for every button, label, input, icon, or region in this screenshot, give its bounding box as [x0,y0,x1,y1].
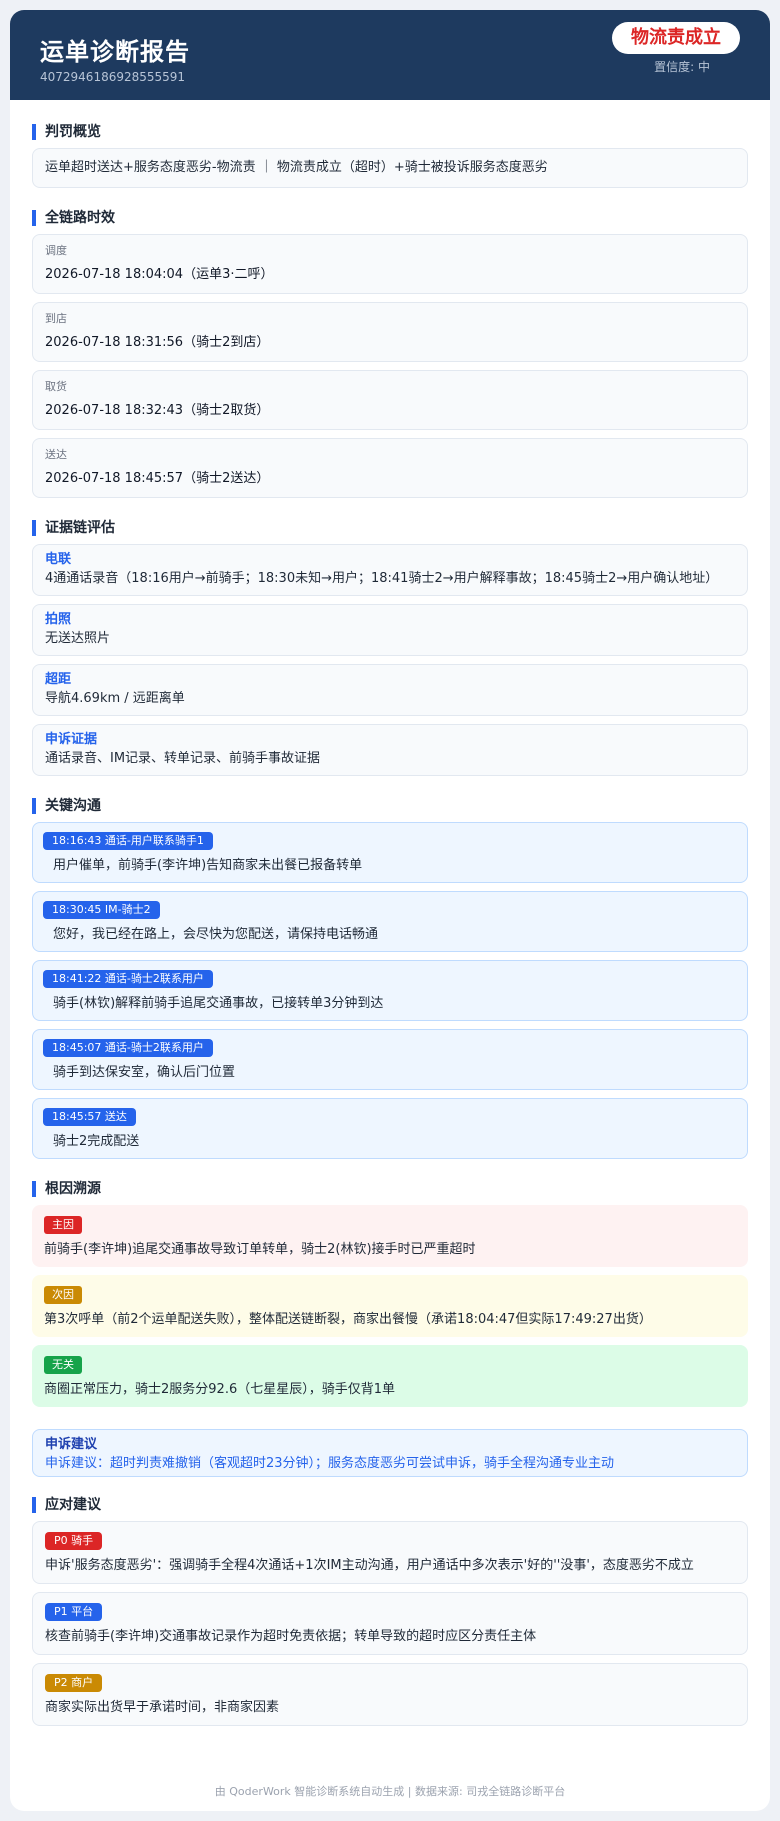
section-title-evidence: 证据链评估 [32,520,748,536]
cause-tag: 次因 [44,1286,82,1304]
confidence-label: 置信度: 中 [654,60,710,74]
penalty-section: 判罚概览 运单超时送达+服务态度恶劣-物流责 ｜ 物流责成立（超时）+骑士被投诉… [32,124,748,188]
communication-text: 用户催单，前骑手(李许坤)告知商家未出餐已报备转单 [53,858,363,873]
footer-text: 由 QoderWork 智能诊断系统自动生成 | 数据来源: 司戎全链路诊断平台 [214,1785,566,1798]
timeline-item-arrive: 到店 2026-07-18 18:31:56（骑士2到店） [32,302,748,362]
communication-item: 18:30:45 IM-骑士2 您好，我已经在路上，会尽快为您配送，请保持电话畅… [32,891,748,952]
suggestion-text: 商家实际出货早于承诺时间，非商家因素 [45,1700,280,1715]
root-cause-primary: 主因 前骑手(李许坤)追尾交通事故导致订单转单，骑士2(林钦)接手时已严重超时 [32,1205,748,1267]
communication-text: 骑士2完成配送 [53,1134,140,1149]
evidence-title: 超距 [45,672,72,687]
evidence-item-appeal: 申诉证据 通话录音、IM记录、转单记录、前骑手事故证据 [32,724,748,776]
evidence-title: 拍照 [45,612,72,627]
communication-tag: 18:45:07 通话-骑士2联系用户 [43,1039,213,1057]
evidence-title: 电联 [45,552,72,567]
communication-tag: 18:45:57 送达 [43,1108,136,1126]
timeline-item-deliver: 送达 2026-07-18 18:45:57（骑士2送达） [32,438,748,498]
cause-text: 商圈正常压力，骑士2服务分92.6（七星星辰），骑手仅背1单 [44,1382,395,1397]
communication-text: 骑手到达保安室，确认后门位置 [53,1065,236,1080]
suggestion-tag: P0 骑手 [45,1532,103,1550]
evidence-text: 通话录音、IM记录、转单记录、前骑手事故证据 [45,751,321,766]
order-id: 4072946186928555591 [40,70,186,84]
root-cause-secondary: 次因 第3次呼单（前2个运单配送失败），整体配送链断裂，商家出餐慢（承诺18:0… [32,1275,748,1337]
timeline-value: 2026-07-18 18:31:56（骑士2到店） [45,335,270,350]
suggestion-item-platform: P1 平台 核查前骑手(李许坤)交通事故记录作为超时免责依据；转单导致的超时应区… [32,1592,748,1655]
penalty-summary: 运单超时送达+服务态度恶劣-物流责 ｜ 物流责成立（超时）+骑士被投诉服务态度恶… [32,148,748,188]
root-cause-list: 主因 前骑手(李许坤)追尾交通事故导致订单转单，骑士2(林钦)接手时已严重超时 … [32,1205,748,1407]
evidence-item-call: 电联 4通通话录音（18:16用户→前骑手；18:30未知→用户；18:41骑士… [32,544,748,596]
evidence-text: 无送达照片 [45,631,111,646]
communication-tag: 18:30:45 IM-骑士2 [43,901,160,919]
suggestions-list: P0 骑手 申诉'服务态度恶劣'：强调骑手全程4次通话+1次IM主动沟通，用户通… [32,1521,748,1726]
root-cause-unrelated: 无关 商圈正常压力，骑士2服务分92.6（七星星辰），骑手仅背1单 [32,1345,748,1407]
report-content: 判罚概览 运单超时送达+服务态度恶劣-物流责 ｜ 物流责成立（超时）+骑士被投诉… [10,124,770,1726]
evidence-item-distance: 超距 导航4.69km / 远距离单 [32,664,748,716]
suggestion-tag: P1 平台 [45,1603,103,1621]
verdict-badge: 物流责成立 [612,22,740,54]
communication-item: 18:45:07 通话-骑士2联系用户 骑手到达保安室，确认后门位置 [32,1029,748,1090]
cause-tag: 主因 [44,1216,82,1234]
suggestion-text: 申诉'服务态度恶劣'：强调骑手全程4次通话+1次IM主动沟通，用户通话中多次表示… [45,1558,694,1573]
section-title-suggestions: 应对建议 [32,1497,748,1513]
communication-text: 您好，我已经在路上，会尽快为您配送，请保持电话畅通 [53,927,379,942]
evidence-text: 4通通话录音（18:16用户→前骑手；18:30未知→用户；18:41骑士2→用… [45,571,719,586]
appeal-title: 申诉建议 [45,1437,98,1452]
root-cause-section: 根因溯源 主因 前骑手(李许坤)追尾交通事故导致订单转单，骑士2(林钦)接手时已… [32,1181,748,1407]
timeline-label: 调度 [45,244,67,257]
evidence-title: 申诉证据 [45,732,98,747]
suggestion-item-merchant: P2 商户 商家实际出货早于承诺时间，非商家因素 [32,1663,748,1726]
timeline-list: 调度 2026-07-18 18:04:04（运单3·二呼） 到店 2026-0… [32,234,748,498]
timeline-item-dispatch: 调度 2026-07-18 18:04:04（运单3·二呼） [32,234,748,294]
timeline-label: 到店 [45,312,67,325]
communication-tag: 18:16:43 通话-用户联系骑手1 [43,832,213,850]
suggestions-section: 应对建议 P0 骑手 申诉'服务态度恶劣'：强调骑手全程4次通话+1次IM主动沟… [32,1497,748,1726]
cause-text: 前骑手(李许坤)追尾交通事故导致订单转单，骑士2(林钦)接手时已严重超时 [44,1242,476,1257]
timeline-value: 2026-07-18 18:04:04（运单3·二呼） [45,267,274,282]
timeline-label: 送达 [45,448,67,461]
evidence-item-photo: 拍照 无送达照片 [32,604,748,656]
communication-text: 骑手(林钦)解释前骑手追尾交通事故，已接转单3分钟到达 [53,996,384,1011]
timeline-label: 取货 [45,380,67,393]
report-header: 运单诊断报告 4072946186928555591 物流责成立 置信度: 中 [10,10,770,100]
section-title-communication: 关键沟通 [32,798,748,814]
report-card: 运单诊断报告 4072946186928555591 物流责成立 置信度: 中 … [10,10,770,1811]
timeline-value: 2026-07-18 18:32:43（骑士2取货） [45,403,270,418]
timeline-section: 全链路时效 调度 2026-07-18 18:04:04（运单3·二呼） 到店 … [32,210,748,498]
section-title-timeline: 全链路时效 [32,210,748,226]
appeal-text: 申诉建议：超时判责难撤销（客观超时23分钟）；服务态度恶劣可尝试申诉，骑手全程沟… [45,1456,615,1471]
communication-item: 18:41:22 通话-骑士2联系用户 骑手(林钦)解释前骑手追尾交通事故，已接… [32,960,748,1021]
communication-section: 关键沟通 18:16:43 通话-用户联系骑手1 用户催单，前骑手(李许坤)告知… [32,798,748,1159]
communication-item: 18:45:57 送达 骑士2完成配送 [32,1098,748,1159]
communication-list: 18:16:43 通话-用户联系骑手1 用户催单，前骑手(李许坤)告知商家未出餐… [32,822,748,1159]
cause-tag: 无关 [44,1356,82,1374]
suggestion-tag: P2 商户 [45,1674,103,1692]
section-title-penalty: 判罚概览 [32,124,748,140]
communication-tag: 18:41:22 通话-骑士2联系用户 [43,970,213,988]
timeline-value: 2026-07-18 18:45:57（骑士2送达） [45,471,270,486]
timeline-item-pickup: 取货 2026-07-18 18:32:43（骑士2取货） [32,370,748,430]
suggestion-text: 核查前骑手(李许坤)交通事故记录作为超时免责依据；转单导致的超时应区分责任主体 [45,1629,537,1644]
communication-item: 18:16:43 通话-用户联系骑手1 用户催单，前骑手(李许坤)告知商家未出餐… [32,822,748,883]
appeal-suggestion: 申诉建议 申诉建议：超时判责难撤销（客观超时23分钟）；服务态度恶劣可尝试申诉，… [32,1429,748,1477]
evidence-section: 证据链评估 电联 4通通话录音（18:16用户→前骑手；18:30未知→用户；1… [32,520,748,776]
cause-text: 第3次呼单（前2个运单配送失败），整体配送链断裂，商家出餐慢（承诺18:04:4… [44,1312,652,1327]
evidence-list: 电联 4通通话录音（18:16用户→前骑手；18:30未知→用户；18:41骑士… [32,544,748,776]
evidence-text: 导航4.69km / 远距离单 [45,691,185,706]
suggestion-item-rider: P0 骑手 申诉'服务态度恶劣'：强调骑手全程4次通话+1次IM主动沟通，用户通… [32,1521,748,1584]
section-title-root-cause: 根因溯源 [32,1181,748,1197]
